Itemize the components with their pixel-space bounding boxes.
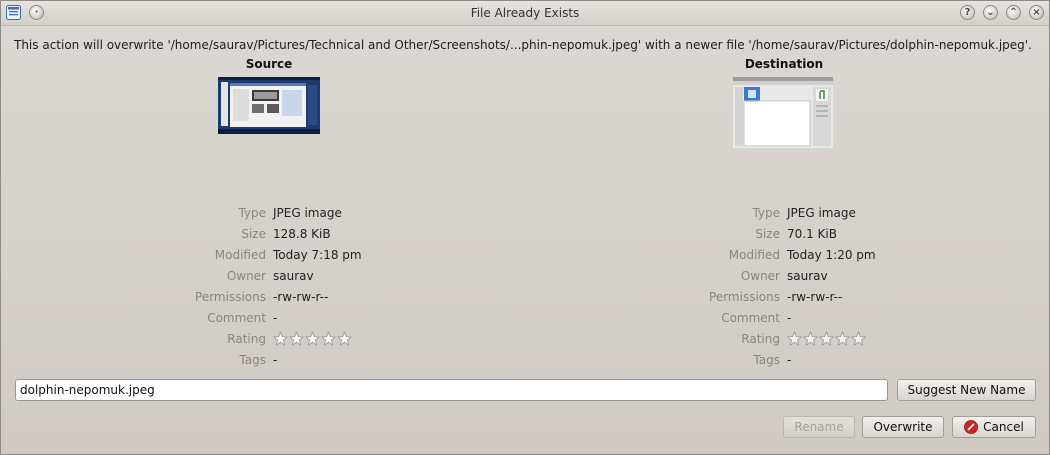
info-value: - — [787, 311, 792, 325]
rating-star-icon[interactable] — [835, 331, 850, 346]
info-value: Today 1:20 pm — [787, 248, 876, 262]
info-value: JPEG image — [787, 206, 856, 220]
info-label: Tags — [753, 353, 780, 367]
info-value: - — [787, 353, 792, 367]
info-label: Size — [755, 227, 780, 241]
overwrite-button[interactable]: Overwrite — [862, 416, 944, 438]
info-label: Type — [752, 206, 780, 220]
rename-button[interactable]: Rename — [783, 416, 855, 438]
info-label: Modified — [728, 248, 780, 262]
maximize-icon[interactable]: ⌃ — [1006, 5, 1021, 20]
title-bar: · File Already Exists ? ⌄ ⌃ × — [1, 1, 1049, 26]
file-exists-dialog: · File Already Exists ? ⌄ ⌃ × This actio… — [0, 0, 1050, 455]
rating-star-icon[interactable] — [787, 331, 802, 346]
info-value: saurav — [787, 269, 828, 283]
minimize-icon[interactable]: ⌄ — [983, 5, 998, 20]
cancel-button-label: Cancel — [983, 420, 1024, 434]
info-label: Permissions — [709, 290, 780, 304]
cancel-icon — [964, 420, 979, 434]
window-title: File Already Exists — [470, 6, 580, 20]
rating-star-icon[interactable] — [819, 331, 834, 346]
rating-star-icon[interactable] — [803, 331, 818, 346]
rating-star-icon[interactable] — [851, 331, 866, 346]
source-heading: Source — [245, 57, 293, 71]
overwrite-message: This action will overwrite '/home/saurav… — [14, 38, 1032, 52]
source-thumbnail[interactable] — [218, 77, 320, 134]
destination-heading: Destination — [744, 57, 824, 71]
cancel-button[interactable]: Cancel — [952, 416, 1036, 438]
overwrite-button-label: Overwrite — [873, 420, 933, 434]
info-value: -rw-rw-r-- — [787, 290, 843, 304]
close-icon[interactable]: × — [1029, 5, 1044, 20]
info-label: Comment — [721, 311, 780, 325]
info-value: 70.1 KiB — [787, 227, 837, 241]
info-label: Rating — [741, 332, 780, 346]
destination-thumbnail[interactable] — [733, 77, 833, 148]
new-name-input[interactable] — [15, 379, 888, 401]
rename-button-label: Rename — [794, 420, 844, 434]
help-icon[interactable]: ? — [960, 5, 975, 20]
info-label: Owner — [740, 269, 780, 283]
suggest-new-name-button[interactable]: Suggest New Name — [897, 379, 1036, 401]
